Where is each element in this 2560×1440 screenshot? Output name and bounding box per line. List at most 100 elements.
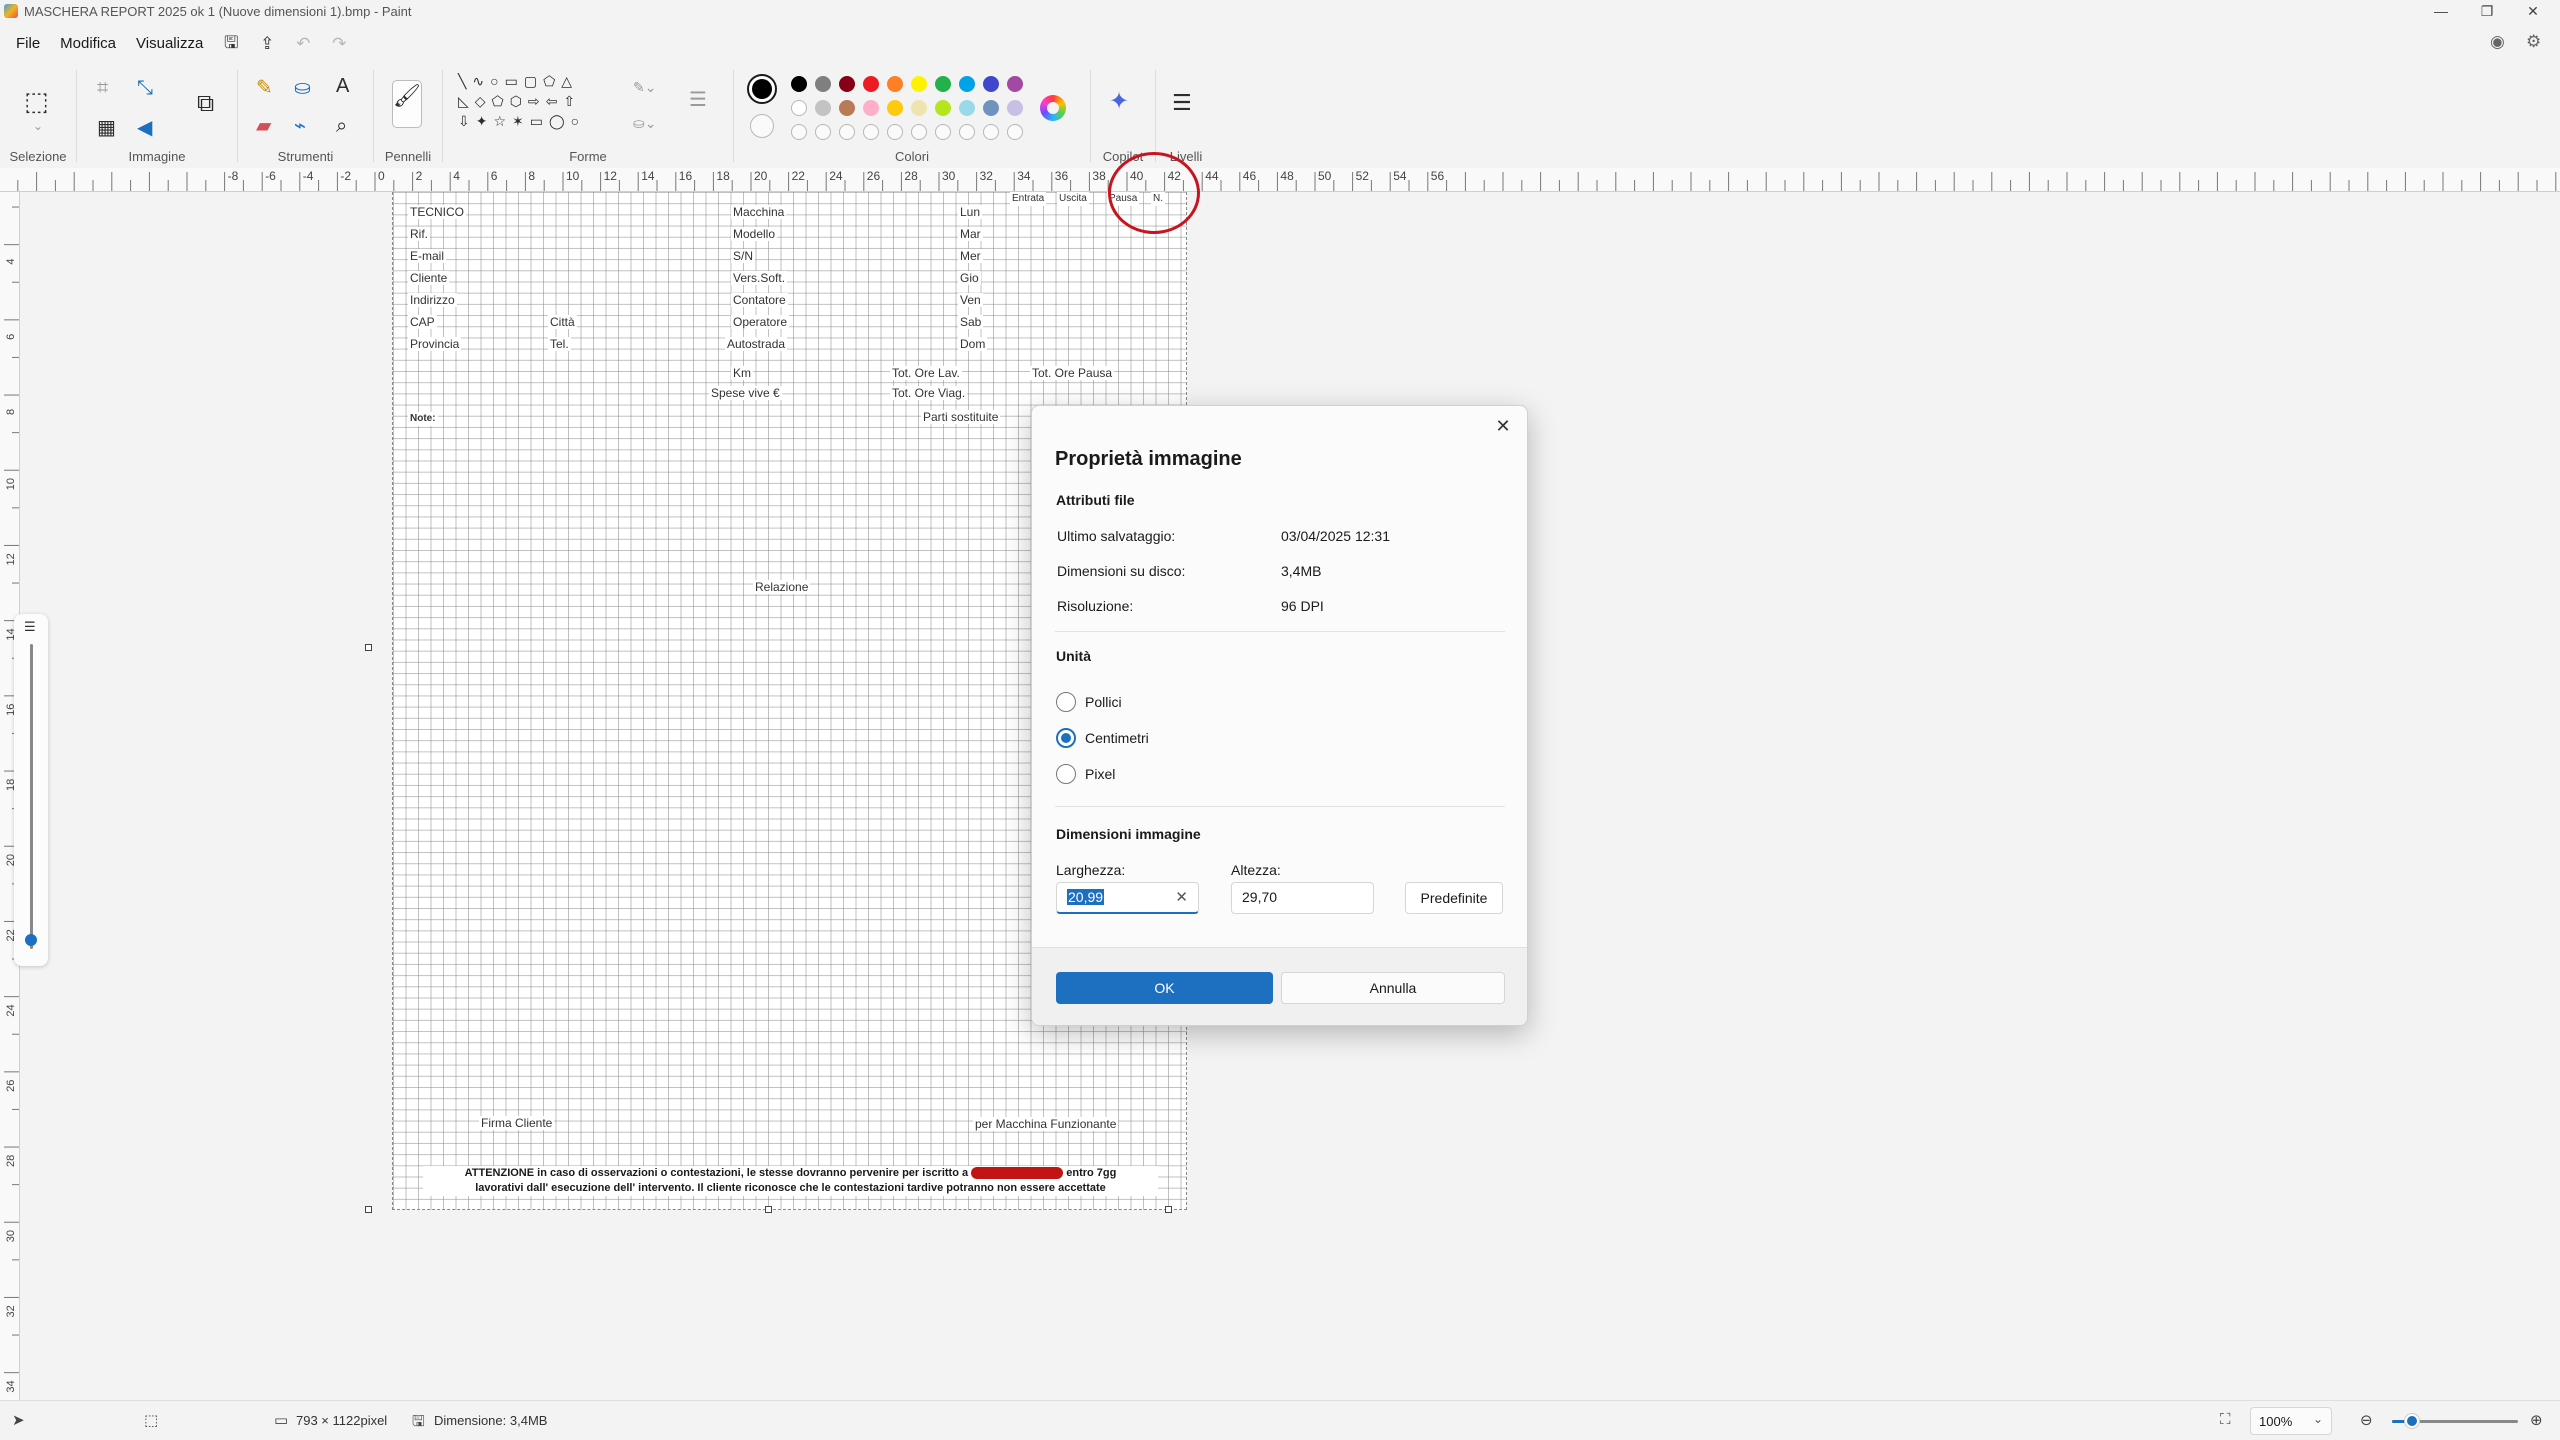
color-swatch[interactable] <box>887 100 903 116</box>
shapes-row-3-icon[interactable]: ⇩✦☆✶▭◯○ <box>458 114 585 128</box>
color-swatch[interactable] <box>863 76 879 92</box>
custom-color-slot[interactable] <box>791 124 807 140</box>
fill-icon[interactable]: ⛀⌄ <box>633 116 656 130</box>
brush-size-slider[interactable]: ☰ <box>14 614 48 966</box>
zoom-slider-knob[interactable] <box>2404 1414 2419 1428</box>
account-icon[interactable]: ◉ <box>2490 32 2505 52</box>
clear-input-icon[interactable]: ✕ <box>1175 888 1188 906</box>
color-swatch[interactable] <box>911 76 927 92</box>
layers-icon[interactable]: ☰ <box>1172 92 1192 114</box>
minimize-button[interactable]: — <box>2418 0 2464 22</box>
group-label-colori: Colori <box>895 149 929 164</box>
resize-icon[interactable]: ⤡ <box>137 78 153 98</box>
color-swatch[interactable] <box>911 100 927 116</box>
select-image-icon[interactable]: ▦ <box>97 118 116 138</box>
rotate-icon[interactable]: ◀ <box>137 118 152 138</box>
undo-icon[interactable]: ↶ <box>285 34 321 54</box>
share-icon[interactable]: ⇪ <box>249 34 285 54</box>
redo-icon[interactable]: ↷ <box>321 34 357 54</box>
edit-colors-icon[interactable] <box>1040 95 1066 121</box>
text-tool-icon[interactable]: A <box>336 76 349 96</box>
color-swatch[interactable] <box>935 100 951 116</box>
color-swatch[interactable] <box>935 76 951 92</box>
redacted-email <box>971 1167 1064 1180</box>
color-swatch[interactable] <box>1007 76 1023 92</box>
size-lines-icon[interactable]: ☰ <box>689 90 707 110</box>
color-swatch[interactable] <box>887 76 903 92</box>
fit-to-window-icon[interactable]: ⛶ <box>2220 1411 2231 1428</box>
selection-rectangle-icon[interactable]: ⬚ <box>24 88 49 114</box>
custom-color-slot[interactable] <box>983 124 999 140</box>
label-rif: Rif. <box>408 227 430 241</box>
custom-color-slot[interactable] <box>863 124 879 140</box>
dialog-close-icon[interactable]: ✕ <box>1489 412 1517 440</box>
custom-color-slot[interactable] <box>839 124 855 140</box>
menu-file[interactable]: File <box>6 30 50 58</box>
menu-modifica[interactable]: Modifica <box>50 30 126 58</box>
radio-label-pixel[interactable]: Pixel <box>1085 766 1115 782</box>
radio-pollici[interactable] <box>1056 692 1076 712</box>
custom-color-slot[interactable] <box>815 124 831 140</box>
label-sab: Sab <box>958 315 984 329</box>
settings-gear-icon[interactable]: ⚙ <box>2526 32 2541 52</box>
custom-color-slot[interactable] <box>1007 124 1023 140</box>
color-swatch[interactable] <box>863 100 879 116</box>
color-swatch[interactable] <box>815 76 831 92</box>
color-swatch[interactable] <box>791 76 807 92</box>
image-background-icon[interactable]: ⧉ <box>197 92 214 116</box>
maximize-button[interactable]: ❐ <box>2464 0 2510 22</box>
color-swatch[interactable] <box>959 76 975 92</box>
brush-icon[interactable]: 🖌 <box>392 80 422 128</box>
color-swatch[interactable] <box>815 100 831 116</box>
radio-centimetri[interactable] <box>1056 728 1076 748</box>
color-swatch[interactable] <box>959 100 975 116</box>
file-size: Dimensione: 3,4MB <box>434 1413 548 1428</box>
zoom-dropdown[interactable]: 100% ⌄ <box>2250 1407 2332 1435</box>
color-swatch[interactable] <box>839 76 855 92</box>
radio-label-centimetri[interactable]: Centimetri <box>1085 730 1149 746</box>
custom-color-slot[interactable] <box>959 124 975 140</box>
shapes-row-2-icon[interactable]: ◺◇⬠⬡⇨⇦⇧ <box>458 94 581 108</box>
secondary-color-swatch[interactable] <box>750 114 774 138</box>
custom-color-slot[interactable] <box>911 124 927 140</box>
color-swatch[interactable] <box>983 76 999 92</box>
color-swatch[interactable] <box>1007 100 1023 116</box>
crop-icon[interactable]: ⌗ <box>97 78 108 98</box>
width-input[interactable]: 20,99 ✕ <box>1056 882 1199 914</box>
magnifier-icon[interactable]: ⌕ <box>336 116 347 136</box>
close-window-button[interactable]: ✕ <box>2510 0 2556 22</box>
label-km: Km <box>731 366 753 380</box>
ok-button[interactable]: OK <box>1056 972 1273 1004</box>
selection-chevron-icon[interactable]: ⌄ <box>33 120 43 132</box>
color-swatch[interactable] <box>839 100 855 116</box>
cancel-button[interactable]: Annulla <box>1281 972 1505 1004</box>
zoom-in-icon[interactable]: ⊕ <box>2530 1411 2543 1429</box>
save-icon[interactable]: 🖫 <box>213 30 249 59</box>
resize-handle-left[interactable] <box>365 644 372 651</box>
height-input[interactable]: 29,70 <box>1231 882 1374 914</box>
primary-color-swatch[interactable] <box>747 74 777 104</box>
radio-pixel[interactable] <box>1056 764 1076 784</box>
zoom-out-icon[interactable]: ⊖ <box>2360 1411 2373 1429</box>
menu-visualizza[interactable]: Visualizza <box>126 30 213 58</box>
custom-color-slot[interactable] <box>887 124 903 140</box>
outline-icon[interactable]: ✎⌄ <box>633 80 656 94</box>
eraser-icon[interactable]: ▰ <box>256 116 271 136</box>
slider-knob[interactable] <box>25 934 37 946</box>
pencil-icon[interactable]: ✎ <box>256 78 273 98</box>
copilot-icon[interactable]: ✦ <box>1109 90 1129 114</box>
radio-label-pollici[interactable]: Pollici <box>1085 694 1122 710</box>
custom-color-slot[interactable] <box>935 124 951 140</box>
width-value[interactable]: 20,99 <box>1067 889 1105 905</box>
group-copilot: ✦ Copilot <box>1091 66 1155 166</box>
fill-bucket-icon[interactable]: ⛀ <box>294 78 311 98</box>
defaults-button[interactable]: Predefinite <box>1405 882 1503 914</box>
resize-handle-bottom-left[interactable] <box>365 1206 372 1213</box>
resize-handle-bottom-right[interactable] <box>1165 1206 1172 1213</box>
color-swatch[interactable] <box>983 100 999 116</box>
resize-handle-bottom[interactable] <box>765 1206 772 1213</box>
color-swatch[interactable] <box>791 100 807 116</box>
height-value[interactable]: 29,70 <box>1242 889 1277 905</box>
shapes-row-1-icon[interactable]: ╲∿○▭▢⬠△ <box>458 74 578 88</box>
color-picker-icon[interactable]: ⌁ <box>294 116 306 136</box>
